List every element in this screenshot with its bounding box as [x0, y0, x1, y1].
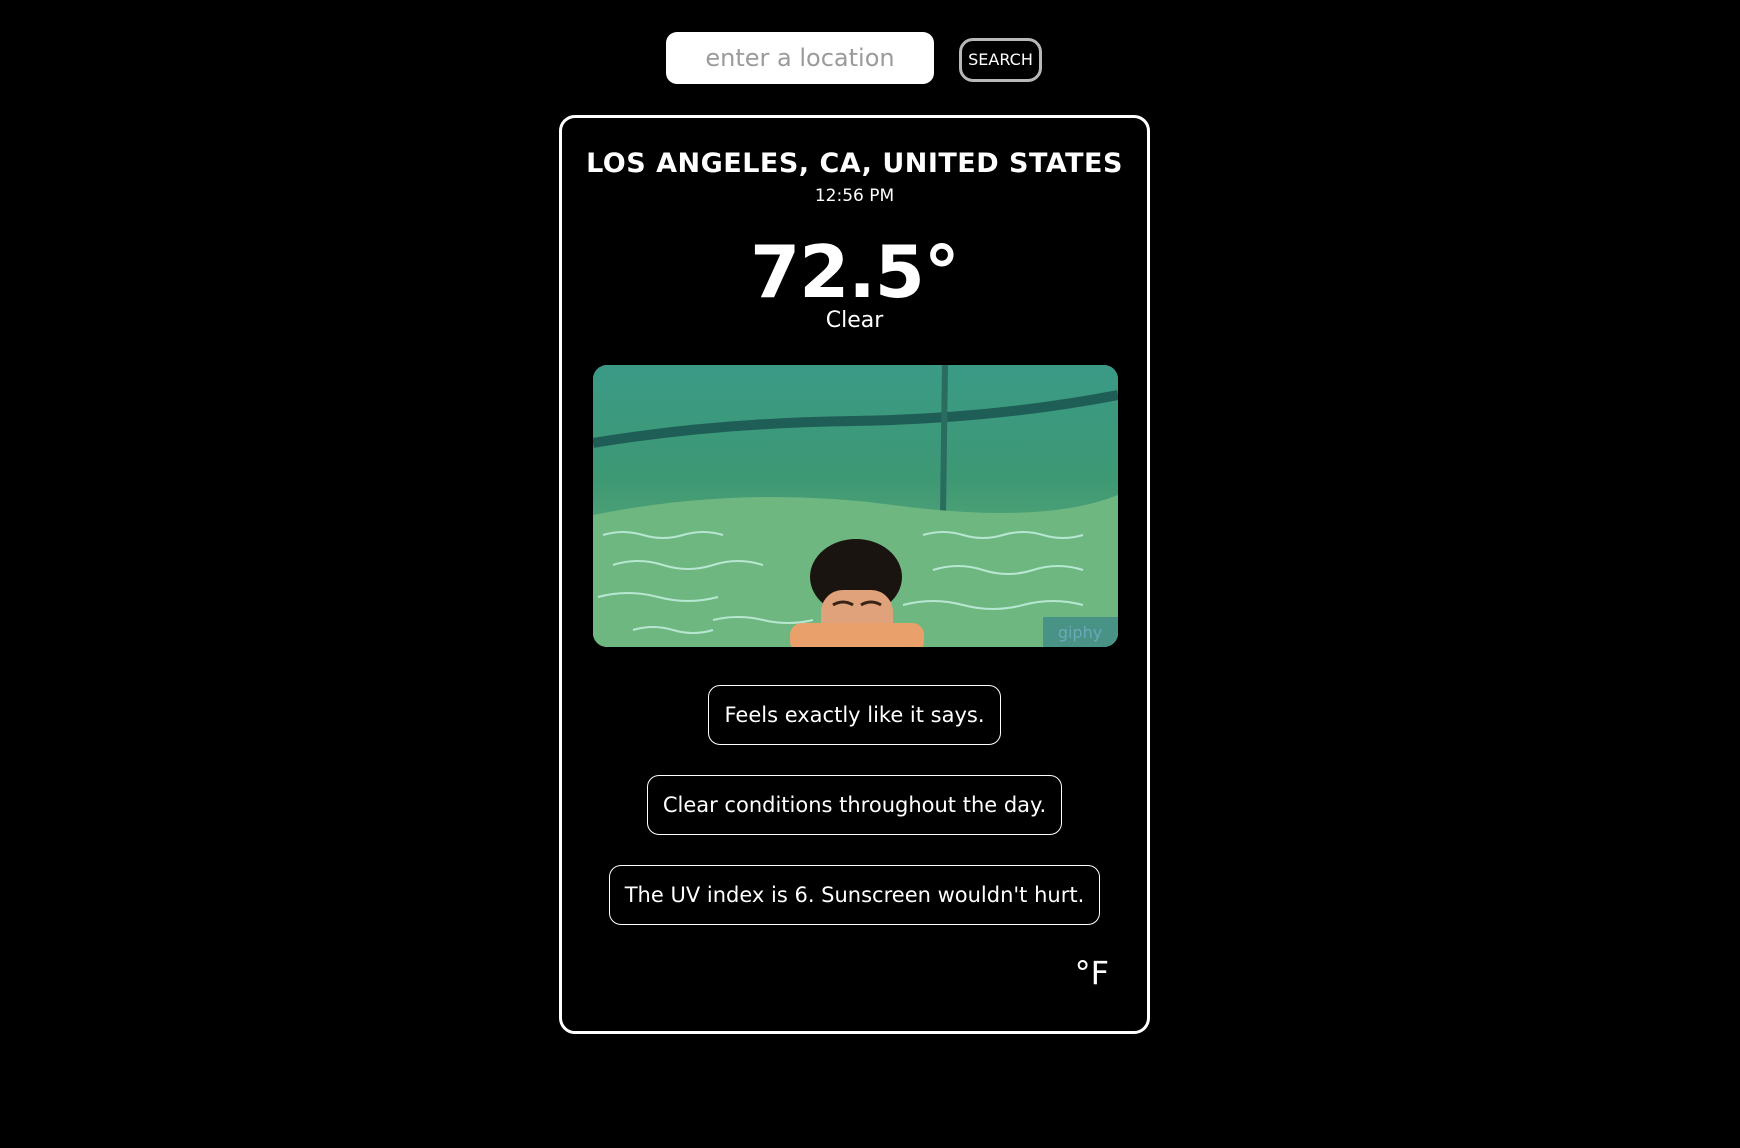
temperature-unit-toggle[interactable]: °F [1075, 954, 1109, 992]
location-search-input[interactable] [666, 32, 934, 84]
weather-message-conditions: Clear conditions throughout the day. [562, 775, 1147, 835]
temperature-value: 72.5° [750, 230, 960, 314]
weather-message-feels-like: Feels exactly like it says. [562, 685, 1147, 745]
search-bar: SEARCH [666, 32, 1042, 84]
condition-label: Clear [825, 308, 884, 333]
message-text: Feels exactly like it says. [708, 685, 1001, 745]
location-title: LOS ANGELES, CA, UNITED STATES [586, 148, 1123, 179]
weather-message-uv-index: The UV index is 6. Sunscreen wouldn't hu… [562, 865, 1147, 925]
svg-text:giphy: giphy [1058, 623, 1102, 642]
message-text: Clear conditions throughout the day. [646, 775, 1063, 835]
weather-card: LOS ANGELES, CA, UNITED STATES 12:56 PM … [559, 115, 1150, 1034]
weather-gif-swimmer-underwater: giphy [593, 365, 1118, 647]
local-time: 12:56 PM [814, 186, 895, 206]
search-button[interactable]: SEARCH [959, 37, 1042, 82]
message-text: The UV index is 6. Sunscreen wouldn't hu… [608, 865, 1101, 925]
